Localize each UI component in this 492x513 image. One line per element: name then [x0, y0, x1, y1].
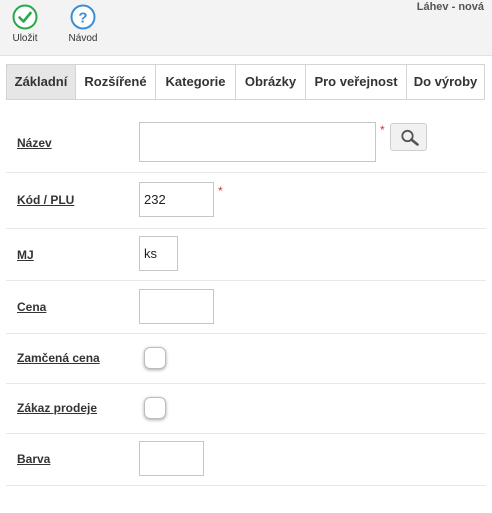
sale-ban-checkbox[interactable] — [144, 397, 166, 419]
tab-images[interactable]: Obrázky — [236, 64, 306, 100]
color-field[interactable] — [139, 441, 204, 476]
row-price: Cena — [6, 281, 486, 334]
save-label: Uložit — [12, 33, 38, 44]
svg-text:?: ? — [78, 10, 87, 27]
unit-field[interactable] — [139, 236, 178, 271]
row-unit: MJ — [6, 229, 486, 281]
help-button[interactable]: ? Návod — [61, 4, 105, 44]
row-color: Barva — [6, 434, 486, 486]
save-button[interactable]: Uložit — [3, 4, 47, 44]
sale-ban-label: Zákaz prodeje — [17, 401, 98, 415]
toolbar: Uložit ? Návod Láhev - nová — [0, 0, 492, 56]
row-locked-price: Zamčená cena — [6, 334, 486, 384]
tab-bar: Základní Rozšířené Kategorie Obrázky Pro… — [6, 64, 485, 100]
item-form: Název * Kód / PLU * MJ Cena Zamčená cena… — [6, 116, 486, 486]
tab-categories[interactable]: Kategorie — [156, 64, 236, 100]
magnifier-icon — [401, 129, 419, 146]
check-circle-icon — [12, 4, 38, 30]
tab-production[interactable]: Do výroby — [407, 64, 485, 100]
search-button[interactable] — [390, 123, 427, 151]
required-mark: * — [380, 123, 385, 137]
help-label: Návod — [68, 33, 98, 44]
row-code: Kód / PLU * — [6, 173, 486, 229]
tab-basic[interactable]: Základní — [6, 64, 76, 100]
unit-label: MJ — [17, 248, 34, 262]
locked-price-checkbox[interactable] — [144, 347, 166, 369]
tab-public[interactable]: Pro veřejnost — [306, 64, 407, 100]
tab-extended[interactable]: Rozšířené — [76, 64, 156, 100]
locked-price-label: Zamčená cena — [17, 351, 100, 365]
name-label: Název — [17, 136, 52, 150]
name-field[interactable] — [139, 122, 376, 162]
code-label: Kód / PLU — [17, 193, 75, 207]
question-circle-icon: ? — [70, 4, 96, 30]
price-label: Cena — [17, 300, 47, 314]
required-mark: * — [218, 184, 223, 198]
price-field[interactable] — [139, 289, 214, 324]
window-title: Láhev - nová — [416, 1, 484, 13]
row-name: Název * — [6, 116, 486, 173]
color-label: Barva — [17, 452, 51, 466]
code-field[interactable] — [139, 182, 214, 217]
row-sale-ban: Zákaz prodeje — [6, 384, 486, 434]
